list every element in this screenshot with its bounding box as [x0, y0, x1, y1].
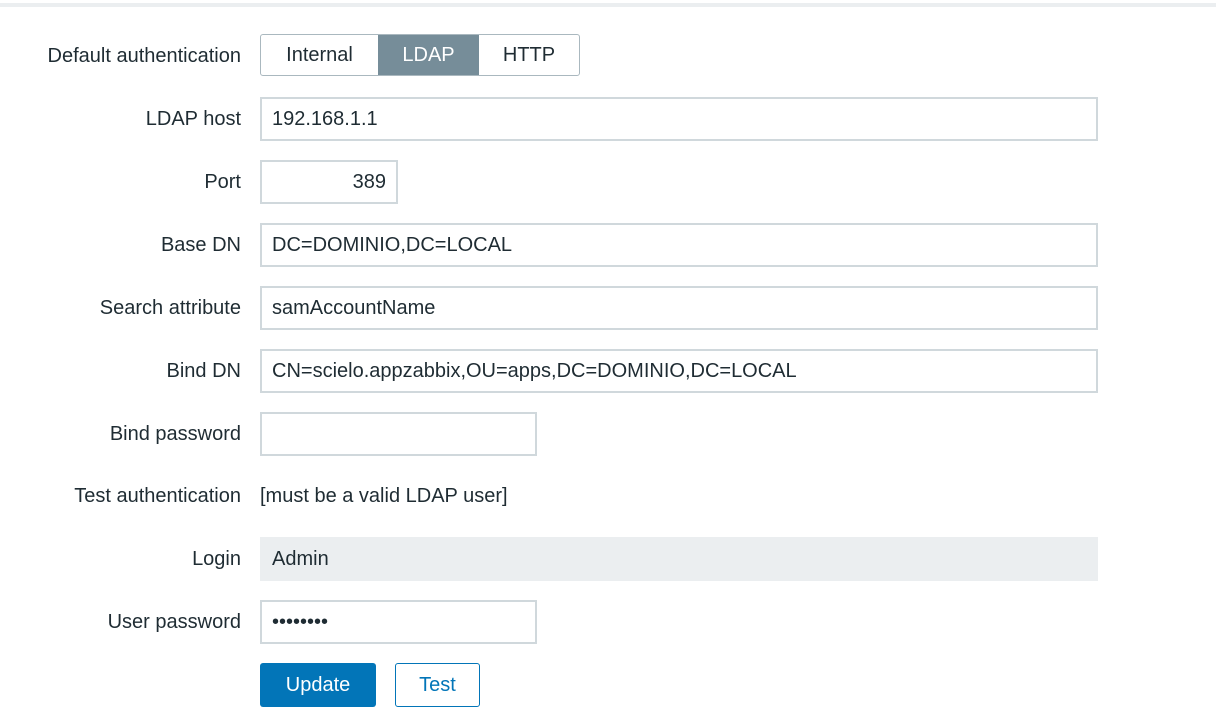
- default-auth-label: Default authentication: [47, 44, 241, 67]
- ldap-host-input[interactable]: 192.168.1.1: [260, 97, 1098, 141]
- ldap-host-label: LDAP host: [145, 107, 241, 130]
- update-button[interactable]: Update: [260, 663, 376, 707]
- base-dn-input[interactable]: DC=DOMINIO,DC=LOCAL: [260, 223, 1098, 267]
- test-button[interactable]: Test: [395, 663, 480, 707]
- bind-password-input[interactable]: [260, 412, 537, 456]
- auth-option-ldap[interactable]: LDAP: [378, 35, 479, 75]
- test-auth-note: [must be a valid LDAP user]: [260, 484, 508, 507]
- bind-password-label: Bind password: [109, 422, 241, 445]
- default-auth-segmented: Internal LDAP HTTP: [260, 34, 580, 76]
- port-label: Port: [204, 170, 241, 193]
- auth-option-internal[interactable]: Internal: [261, 35, 378, 75]
- top-divider: [0, 3, 1216, 7]
- base-dn-label: Base DN: [160, 233, 241, 256]
- user-password-input[interactable]: ••••••••: [260, 600, 537, 644]
- default-auth-row: Default authentication Internal LDAP HTT…: [0, 34, 1216, 78]
- login-label: Login: [192, 547, 241, 570]
- port-input[interactable]: 389: [260, 160, 398, 204]
- test-auth-label: Test authentication: [74, 484, 241, 507]
- search-attribute-label: Search attribute: [99, 296, 241, 319]
- bind-dn-input[interactable]: CN=scielo.appzabbix,OU=apps,DC=DOMINIO,D…: [260, 349, 1098, 393]
- auth-option-http[interactable]: HTTP: [479, 35, 579, 75]
- search-attribute-input[interactable]: samAccountName: [260, 286, 1098, 330]
- login-input[interactable]: Admin: [260, 537, 1098, 581]
- user-password-label: User password: [107, 610, 241, 633]
- bind-dn-label: Bind DN: [166, 359, 241, 382]
